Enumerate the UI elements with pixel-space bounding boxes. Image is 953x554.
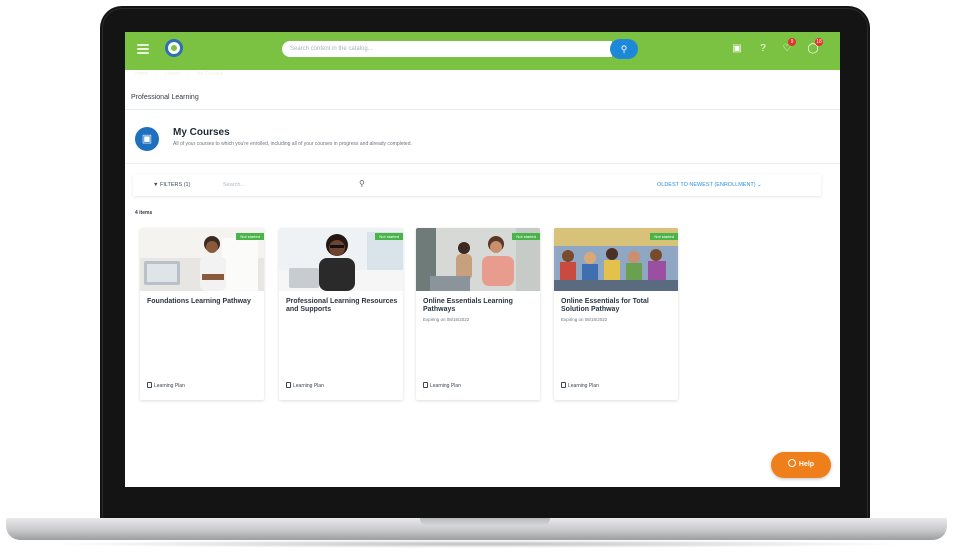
course-title[interactable]: Foundations Learning Pathway xyxy=(147,298,259,306)
help-question-icon[interactable]: ? xyxy=(757,43,769,55)
section-title: My Courses xyxy=(173,127,230,138)
chat-count-badge: 18 xyxy=(815,38,823,46)
breadcrumb-item[interactable]: Library xyxy=(165,71,180,77)
filter-bar: ▼ FILTERS (1) Search... ⚲ OLDEST TO NEWE… xyxy=(133,174,821,196)
course-card[interactable]: Not started Foundations Learning Pathway… xyxy=(140,228,264,400)
learning-plan-icon xyxy=(423,382,428,388)
cart-icon[interactable]: ▣ xyxy=(731,43,743,55)
help-circle-icon xyxy=(787,459,796,467)
laptop-notch xyxy=(420,518,550,526)
help-button[interactable]: Help xyxy=(771,452,831,478)
menu-icon[interactable] xyxy=(137,44,149,54)
expiration-date: Expiring on 08/16/2022 xyxy=(561,317,608,322)
status-tag: Not started xyxy=(236,233,264,240)
learning-plan-label: Learning Plan xyxy=(423,382,461,389)
sort-dropdown[interactable]: OLDEST TO NEWEST (ENROLLMENT) ⌄ xyxy=(657,182,762,188)
status-tag: Not started xyxy=(650,233,678,240)
laptop-mockup: Search content in the catalog... ⚲ ▣ ? ♡… xyxy=(0,0,953,554)
filters-button[interactable]: ▼ FILTERS (1) xyxy=(153,182,190,188)
items-count: 4 items xyxy=(135,210,153,216)
course-card[interactable]: Not started Online Essentials for Total … xyxy=(554,228,678,400)
courses-icon: ▣ xyxy=(135,127,159,151)
learning-plan-icon xyxy=(147,382,152,388)
learning-plan-label: Learning Plan xyxy=(147,382,185,389)
course-thumbnail: Not started xyxy=(416,228,540,291)
breadcrumb-item: My Courses xyxy=(196,71,224,77)
course-thumbnail: Not started xyxy=(140,228,264,291)
divider xyxy=(125,109,840,110)
filter-icon: ▼ xyxy=(153,182,159,188)
status-tag: Not started xyxy=(375,233,403,240)
expiration-date: Expiring on 08/16/2022 xyxy=(423,317,470,322)
bell-count-badge: 9 xyxy=(788,38,796,46)
course-title[interactable]: Online Essentials for Total Solution Pat… xyxy=(561,298,673,314)
course-thumbnail: Not started xyxy=(279,228,403,291)
breadcrumb: Home › Library › My Courses xyxy=(135,71,224,77)
section-subtitle: All of your courses to which you're enro… xyxy=(173,141,412,147)
catalog-search-input[interactable]: Search content in the catalog... xyxy=(282,41,612,57)
course-title[interactable]: Online Essentials Learning Pathways xyxy=(423,298,535,314)
search-button[interactable]: ⚲ xyxy=(610,39,638,59)
status-tag: Not started xyxy=(512,233,540,240)
learning-plan-icon xyxy=(561,382,566,388)
course-title[interactable]: Professional Learning Resources and Supp… xyxy=(286,298,398,314)
divider xyxy=(125,163,840,164)
learning-plan-label: Learning Plan xyxy=(561,382,599,389)
chevron-down-icon: ⌄ xyxy=(757,182,762,188)
learning-plan-label: Learning Plan xyxy=(286,382,324,389)
brand-logo[interactable] xyxy=(165,39,183,57)
search-icon[interactable]: ⚲ xyxy=(359,179,365,188)
page-title: Professional Learning xyxy=(131,94,199,101)
course-thumbnail: Not started xyxy=(554,228,678,291)
course-search-input[interactable]: Search... xyxy=(223,182,245,188)
breadcrumb-item[interactable]: Home xyxy=(135,71,148,77)
search-icon: ⚲ xyxy=(620,44,628,54)
learning-plan-icon xyxy=(286,382,291,388)
top-app-bar: Search content in the catalog... ⚲ ▣ ? ♡… xyxy=(125,32,840,77)
course-card[interactable]: Not started Professional Learning Resour… xyxy=(279,228,403,400)
course-card[interactable]: Not started Online Essentials Learning P… xyxy=(416,228,540,400)
app-screen: Search content in the catalog... ⚲ ▣ ? ♡… xyxy=(125,32,840,487)
